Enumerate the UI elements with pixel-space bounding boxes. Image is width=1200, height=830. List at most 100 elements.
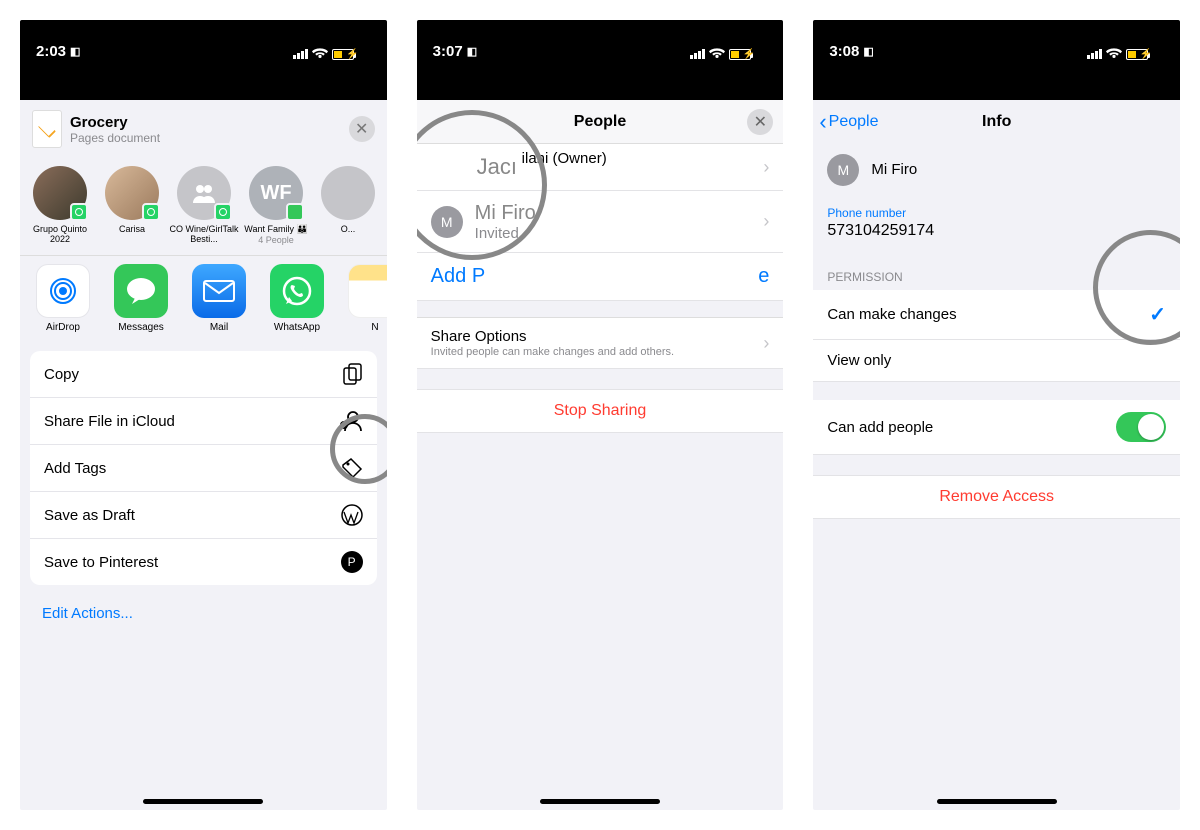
black-bar xyxy=(813,64,1180,100)
home-indicator[interactable] xyxy=(540,799,660,804)
black-bar xyxy=(20,64,387,100)
back-button[interactable]: ‹ People xyxy=(819,109,878,135)
contact-label: CO Wine/GirlTalk Besti... xyxy=(168,224,240,244)
alarm-icon: ◧ xyxy=(863,45,873,58)
permission-header: PERMISSION xyxy=(813,252,1180,290)
action-add-tags[interactable]: Add Tags xyxy=(30,445,377,492)
share-contact[interactable]: CO Wine/GirlTalk Besti... xyxy=(168,166,240,245)
action-save-pinterest[interactable]: Save to Pinterest P xyxy=(30,539,377,585)
status-bar: 3:08 ◧ ⚡ xyxy=(813,20,1180,64)
status-time: 3:07 xyxy=(433,43,463,60)
people-row-owner[interactable]: Jacı Jacı.......ilani (Owner) ilani (Own… xyxy=(417,144,784,191)
people-row-invited[interactable]: M Mi Firo Invited › xyxy=(417,191,784,253)
nav-title: People xyxy=(574,113,626,131)
alarm-icon: ◧ xyxy=(467,45,477,58)
action-save-draft[interactable]: Save as Draft xyxy=(30,492,377,539)
permission-can-make-changes[interactable]: Can make changes ✓ xyxy=(813,290,1180,340)
remove-access-button[interactable]: Remove Access xyxy=(813,475,1180,519)
screen-share-sheet: 2:03 ◧ ⚡ Grocery Pages document ✕ Grupo … xyxy=(20,20,387,810)
person-header: M Mi Firo xyxy=(813,144,1180,196)
person-avatar: M xyxy=(431,206,463,238)
notes-icon xyxy=(348,264,387,318)
edit-actions-link[interactable]: Edit Actions... xyxy=(20,593,387,634)
close-button[interactable]: ✕ xyxy=(349,116,375,142)
can-add-people-section: Can add people xyxy=(813,400,1180,455)
actions-list: Copy Share File in iCloud Add Tags Save … xyxy=(30,351,377,585)
charging-icon: ⚡ xyxy=(346,49,358,60)
contact-label: Carisa xyxy=(96,224,168,234)
action-share-icloud[interactable]: Share File in iCloud xyxy=(30,398,377,445)
status-time: 2:03 xyxy=(36,43,66,60)
document-subtitle: Pages document xyxy=(70,131,160,145)
can-add-people-row[interactable]: Can add people xyxy=(813,400,1180,455)
share-contact[interactable]: O... xyxy=(312,166,384,245)
person-avatar: M xyxy=(827,154,859,186)
status-bar: 3:07 ◧ ⚡ xyxy=(417,20,784,64)
cellular-icon xyxy=(293,49,308,59)
mail-icon xyxy=(202,279,236,303)
permission-view-only[interactable]: View only xyxy=(813,340,1180,382)
whatsapp-badge-icon xyxy=(70,203,88,221)
contact-label: O... xyxy=(312,224,384,234)
share-app-airdrop[interactable]: AirDrop xyxy=(24,264,102,333)
share-contact[interactable]: Carisa xyxy=(96,166,168,245)
share-app-messages[interactable]: Messages xyxy=(102,264,180,333)
close-button[interactable]: ✕ xyxy=(747,109,773,135)
cellular-icon xyxy=(1087,49,1102,59)
screen-info: 3:08 ◧ ⚡ ‹ People Info M Mi Firo Phone n… xyxy=(813,20,1180,810)
tag-icon xyxy=(341,457,363,479)
nav-title: Info xyxy=(982,113,1011,131)
action-label: Copy xyxy=(44,366,79,383)
can-add-people-label: Can add people xyxy=(827,419,933,436)
action-label: Add Tags xyxy=(44,460,106,477)
action-copy[interactable]: Copy xyxy=(30,351,377,398)
share-options-row[interactable]: Share Options Invited people can make ch… xyxy=(417,318,784,369)
stop-sharing-button[interactable]: Stop Sharing xyxy=(417,389,784,433)
nav-bar: People ✕ xyxy=(417,100,784,144)
add-person-icon xyxy=(339,410,363,432)
action-label: Save to Pinterest xyxy=(44,554,158,571)
action-label: Save as Draft xyxy=(44,507,135,524)
share-options-label: Share Options xyxy=(431,328,674,346)
airdrop-icon xyxy=(46,274,80,308)
status-bar: 2:03 ◧ ⚡ xyxy=(20,20,387,64)
share-contact[interactable]: Grupo Quinto 2022 xyxy=(24,166,96,245)
alarm-icon: ◧ xyxy=(70,45,80,58)
charging-icon: ⚡ xyxy=(743,49,755,60)
phone-label: Phone number xyxy=(813,196,1180,220)
share-app-notes[interactable]: N xyxy=(336,264,387,333)
chevron-left-icon: ‹ xyxy=(819,109,826,135)
messages-icon xyxy=(125,276,157,306)
add-people-label: Add P xyxy=(431,265,485,288)
wifi-icon xyxy=(709,48,725,60)
app-label: Messages xyxy=(102,322,180,333)
wifi-icon xyxy=(312,48,328,60)
screen-people: 3:07 ◧ ⚡ People ✕ Jacı Jacı.......ilani … xyxy=(417,20,784,810)
person-status: Invited xyxy=(475,225,536,242)
share-sheet-header: Grocery Pages document ✕ xyxy=(20,100,387,158)
permission-list: Can make changes ✓ View only xyxy=(813,290,1180,382)
app-label: N xyxy=(336,322,387,333)
group-icon xyxy=(190,183,218,203)
share-app-mail[interactable]: Mail xyxy=(180,264,258,333)
pinterest-icon: P xyxy=(341,551,363,573)
phone-value[interactable]: 573104259174 xyxy=(813,220,1180,252)
toggle-switch[interactable] xyxy=(1116,412,1166,442)
app-label: AirDrop xyxy=(24,322,102,333)
chevron-right-icon: › xyxy=(763,157,769,178)
add-people-button[interactable]: Add P e xyxy=(417,253,784,301)
status-time: 3:08 xyxy=(829,43,859,60)
contact-sublabel: 4 People xyxy=(240,235,312,245)
home-indicator[interactable] xyxy=(143,799,263,804)
app-label: WhatsApp xyxy=(258,322,336,333)
nav-bar: ‹ People Info xyxy=(813,100,1180,144)
permission-label: Can make changes xyxy=(827,306,956,323)
back-label: People xyxy=(829,113,879,131)
copy-icon xyxy=(343,363,363,385)
home-indicator[interactable] xyxy=(937,799,1057,804)
share-apps-row: AirDrop Messages Mail WhatsApp N xyxy=(20,255,387,341)
share-app-whatsapp[interactable]: WhatsApp xyxy=(258,264,336,333)
whatsapp-badge-icon xyxy=(214,203,232,221)
share-contact[interactable]: WF Want Family 👪 4 People xyxy=(240,166,312,245)
share-options-sub: Invited people can make changes and add … xyxy=(431,346,674,358)
